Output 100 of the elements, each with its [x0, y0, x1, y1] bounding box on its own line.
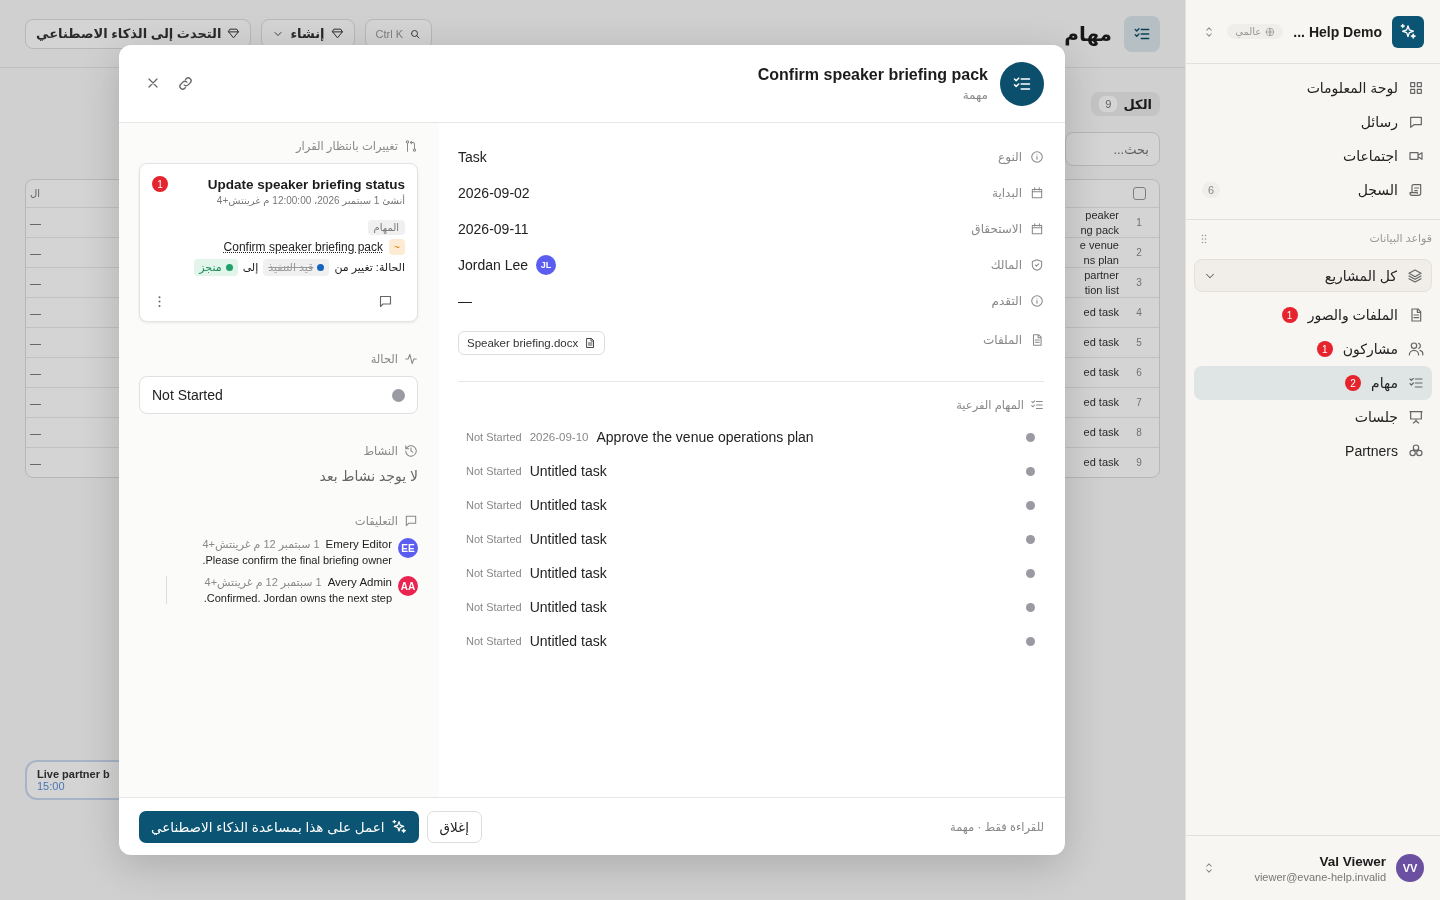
subtask-status: Not Started: [466, 533, 522, 545]
count-badge: 1: [1281, 307, 1298, 323]
table-cell-text: —: [29, 276, 42, 289]
comment-text: Please confirm the final briefing owner.: [201, 554, 392, 566]
nav-item[interactable]: اجتماعات: [1194, 139, 1432, 173]
sparkle-icon: [390, 818, 407, 835]
subtask-status: Not Started: [466, 601, 522, 613]
nav-item[interactable]: Partners: [1194, 434, 1432, 468]
column-header: ال: [29, 188, 42, 199]
change-word: إلى: [242, 261, 259, 274]
status-dot: [1026, 568, 1035, 578]
table-cell-text: —: [29, 456, 42, 469]
section-title: المهام الفرعية: [956, 398, 1024, 412]
info-icon: [1030, 150, 1044, 164]
field-label: التقدم: [991, 294, 1022, 308]
subtask-row[interactable]: Not Started 2026-09-10 Approve the venue operations plan: [458, 420, 1044, 454]
status-dot: [1026, 636, 1035, 646]
count-badge: 1: [152, 176, 168, 192]
avatar: JL: [536, 255, 557, 275]
search-field[interactable]: بحث...: [1065, 132, 1160, 166]
count-badge: 1: [1316, 341, 1333, 357]
field-value: 2026-09-11: [458, 221, 529, 237]
project-dropdown[interactable]: كل المشاريع: [1194, 259, 1432, 292]
pulse-icon: [404, 352, 418, 366]
checklist-icon: [1030, 398, 1044, 412]
status-dot: [1026, 466, 1035, 476]
ai-action-button[interactable]: اعمل على هذا بمساعدة الذكاء الاصطناعي: [139, 810, 419, 843]
table-cell-text: ed task: [1082, 395, 1119, 410]
link-icon: [177, 75, 194, 92]
row-number: 9: [1135, 457, 1143, 468]
document-icon: [1408, 307, 1424, 323]
comment-button[interactable]: [378, 294, 393, 309]
subtask-title: Untitled task: [529, 599, 607, 615]
logo[interactable]: [1392, 15, 1424, 48]
user-name: Val Viewer: [1318, 853, 1386, 869]
row-number: 7: [1135, 397, 1143, 408]
field-value: 2026-09-02: [458, 185, 530, 201]
empty-message: لا يوجد نشاط بعد: [318, 468, 418, 484]
globe-icon: [1265, 26, 1276, 37]
nav-item[interactable]: جلسات: [1194, 400, 1432, 434]
change-title: Update speaker briefing status: [207, 176, 405, 192]
row-number: 1: [1135, 217, 1143, 229]
marker: ~: [389, 239, 405, 255]
table-cell-text: —: [29, 216, 42, 229]
layers-icon: [1407, 267, 1423, 284]
table-cell-text: ed task: [1082, 305, 1119, 320]
field-label: الملفات: [983, 333, 1022, 347]
table-cell-text: ed task: [1082, 455, 1119, 470]
status-dot: [1026, 432, 1035, 442]
page-title: مهام: [1064, 21, 1112, 46]
subtask-row[interactable]: Not Started Untitled task: [458, 454, 1044, 488]
subtask-title: Untitled task: [529, 633, 607, 649]
select-all-checkbox[interactable]: [1132, 187, 1146, 200]
subtask-row[interactable]: Not Started Untitled task: [458, 556, 1044, 590]
tag: المهام: [367, 220, 405, 235]
subtask-row[interactable]: Not Started Untitled task: [458, 624, 1044, 658]
task-link[interactable]: Confirm speaker briefing pack: [223, 240, 383, 254]
status-select[interactable]: Not Started: [139, 376, 418, 414]
row-number: 6: [1135, 367, 1143, 378]
comment-time: 1 سبتمبر 12 م غرينتش+4: [202, 538, 320, 551]
count-badge: 6: [1202, 182, 1221, 198]
section-title: التعليقات: [354, 514, 398, 528]
field-label: المالك: [990, 258, 1022, 272]
change-label: الحالة: تغيير من: [334, 261, 405, 274]
comment-author: Emery Editor: [325, 538, 392, 550]
created-date: أنشئ 1 سبتمبر 2026، 12:00:00 م غرينتش+4: [215, 195, 405, 206]
footer-note: للقراءة فقط · مهمة: [949, 819, 1044, 834]
table-cell-text: partner tion list: [1083, 268, 1119, 298]
user-email: viewer@evane-help.invalid: [1254, 870, 1386, 883]
gem-icon: [330, 27, 344, 40]
event-title: Live partner b: [37, 768, 110, 780]
gem-icon: [227, 27, 241, 40]
subtask-status: Not Started: [466, 499, 522, 511]
table-cell-text: ed task: [1082, 335, 1119, 350]
subtask-row[interactable]: Not Started Untitled task: [458, 590, 1044, 624]
nav-item[interactable]: لوحة المعلومات: [1194, 71, 1432, 105]
subtask-status: Not Started: [466, 567, 522, 579]
subtask-row[interactable]: Not Started Untitled task: [458, 488, 1044, 522]
link-button[interactable]: [177, 75, 194, 92]
table-cell-text: ed task: [1082, 365, 1119, 380]
file-chip[interactable]: Speaker briefing.docx: [458, 331, 606, 355]
field-label: الاستحقاق: [971, 222, 1022, 236]
status-chip: منجز: [194, 259, 238, 276]
row-number: 2: [1135, 247, 1143, 259]
ai-chat-button[interactable]: التحدث إلى الذكاء الاصطناعي: [25, 18, 252, 49]
table-cell-text: ed task: [1082, 425, 1119, 440]
close-button[interactable]: إغلاق: [426, 810, 482, 843]
shield-check-icon: [1030, 258, 1044, 272]
subtask-title: Untitled task: [529, 531, 607, 547]
info-icon: [1030, 294, 1044, 308]
table-cell-text: —: [29, 336, 42, 349]
row-number: 4: [1135, 307, 1143, 318]
checklist-icon: [1408, 375, 1424, 391]
scope-badge: عالمي: [1227, 24, 1284, 39]
nav-item[interactable]: رسائل: [1194, 105, 1432, 139]
field-label: البداية: [991, 186, 1022, 200]
document-icon: [584, 337, 597, 349]
avatar: AA: [398, 576, 418, 596]
status-chip: قيد التنفيذ: [263, 259, 330, 276]
subtask-row[interactable]: Not Started Untitled task: [458, 522, 1044, 556]
